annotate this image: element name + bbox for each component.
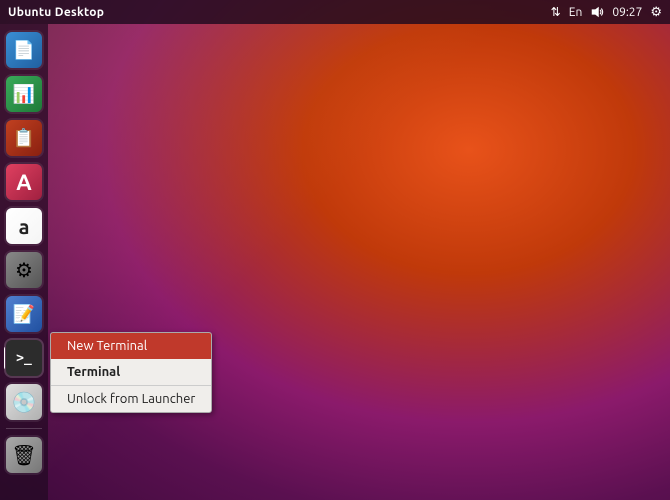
impress-icon [6,120,42,156]
volume-indicator[interactable] [590,5,604,19]
launcher-divider [6,428,42,429]
launcher-item-dvd[interactable]: 💿 [4,382,44,422]
settings-icon: ⚙ [6,252,42,288]
calc-icon [6,76,42,112]
panel-right: ⇅ En 09:27 ⚙ [551,5,662,20]
editor-icon: 📝 [6,296,42,332]
launcher-item-writer[interactable] [4,30,44,70]
settings-icon-panel[interactable]: ⚙ [650,5,662,20]
dvd-icon: 💿 [6,384,42,420]
terminal-icon: >_ [6,340,42,376]
launcher-item-editor[interactable]: 📝 [4,294,44,334]
context-menu-item-unlock[interactable]: Unlock from Launcher [51,385,211,412]
volume-icon [590,5,604,19]
launcher: A a ⚙ 📝 >_ 💿 🗑 [0,24,48,500]
panel-left: Ubuntu Desktop [8,6,104,19]
context-menu: New Terminal Terminal Unlock from Launch… [50,332,212,413]
launcher-item-impress[interactable] [4,118,44,158]
launcher-item-amazon[interactable]: a [4,206,44,246]
sort-indicator[interactable]: ⇅ [551,5,561,19]
launcher-item-calc[interactable] [4,74,44,114]
top-panel: Ubuntu Desktop ⇅ En 09:27 ⚙ [0,0,670,24]
writer-icon [6,32,42,68]
amazon-icon: a [6,208,42,244]
launcher-item-trash[interactable]: 🗑 [4,435,44,475]
trash-icon: 🗑 [6,437,42,473]
font-icon: A [6,164,42,200]
language-indicator[interactable]: En [569,6,583,19]
launcher-item-settings[interactable]: ⚙ [4,250,44,290]
panel-title: Ubuntu Desktop [8,6,104,19]
context-menu-item-terminal[interactable]: Terminal [51,359,211,385]
desktop: Ubuntu Desktop ⇅ En 09:27 ⚙ [0,0,670,500]
clock[interactable]: 09:27 [612,6,642,19]
launcher-item-terminal[interactable]: >_ [4,338,44,378]
launcher-item-font[interactable]: A [4,162,44,202]
context-menu-item-new-terminal[interactable]: New Terminal [51,333,211,359]
